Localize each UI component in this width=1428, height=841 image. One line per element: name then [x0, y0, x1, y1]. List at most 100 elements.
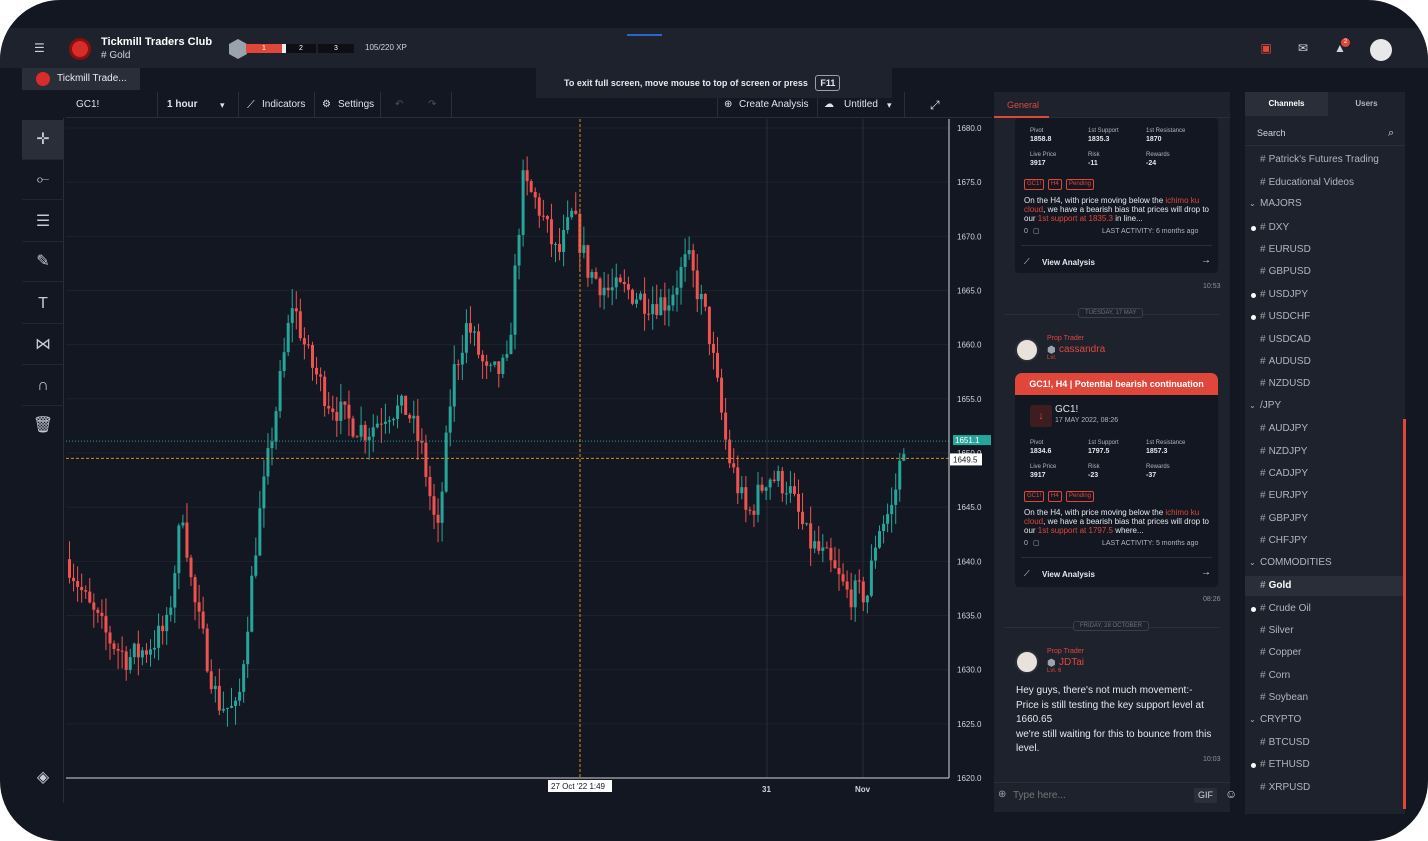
channel-item[interactable]: # USDCAD — [1245, 330, 1403, 350]
channel-item[interactable]: # ETHUSD — [1245, 755, 1403, 775]
chat-bubble-icon[interactable]: ▣ — [1259, 41, 1273, 55]
emoji-icon[interactable]: ☺ — [1225, 787, 1237, 801]
indicators-button[interactable]: Indicators — [262, 92, 305, 118]
chevron-down-icon[interactable]: ⌄ — [1249, 554, 1256, 572]
channel-item-label: Copper — [1268, 647, 1302, 659]
channel-item[interactable]: # Educational Videos — [1245, 173, 1403, 193]
arrow-right-icon[interactable]: → — [1201, 567, 1211, 578]
view-analysis-link[interactable]: View Analysis — [1042, 258, 1095, 267]
menu-icon[interactable]: ☰ — [34, 41, 46, 55]
channel-item[interactable]: # Patrick's Futures Trading — [1245, 150, 1403, 170]
chevron-down-icon[interactable]: ⌄ — [1249, 711, 1256, 729]
tab-users[interactable]: Users — [1328, 92, 1405, 116]
channel-item[interactable]: # Gold — [1245, 576, 1403, 597]
fib-retracement-icon[interactable]: ☰ — [22, 202, 64, 242]
interval-selector[interactable]: 1 hour — [167, 92, 198, 118]
channel-item[interactable]: # EURJPY — [1245, 486, 1403, 506]
trash-icon[interactable]: 🗑 — [22, 406, 64, 446]
chart-canvas[interactable]: 1680.01675.01670.01665.01660.01655.01650… — [66, 119, 992, 803]
mail-icon[interactable]: ✉ — [1296, 41, 1310, 55]
channel-item[interactable]: # USDJPY — [1245, 285, 1403, 305]
message-input[interactable] — [1013, 787, 1193, 803]
search-icon[interactable]: ⌕ — [1388, 120, 1394, 146]
username[interactable]: ⬢ JDTai — [1047, 657, 1084, 669]
channel-item[interactable]: # NZDJPY — [1245, 442, 1403, 462]
comment-icon[interactable]: ▢ — [1033, 227, 1040, 235]
tab-tickmill-traders[interactable]: Tickmill Trade... — [22, 68, 140, 90]
chat-message: Hey guys, there's not much movement:- Pr… — [1016, 685, 1212, 754]
channel-search[interactable]: Search ⌕ — [1245, 120, 1405, 146]
channel-item[interactable]: # NZDUSD — [1245, 374, 1403, 394]
channel-item[interactable]: # Copper — [1245, 643, 1403, 663]
channel-item[interactable]: # CADJPY — [1245, 464, 1403, 484]
comment-icon[interactable]: ▢ — [1033, 539, 1040, 547]
channel-category[interactable]: ⌄ CRYPTO — [1245, 711, 1403, 729]
crosshair-icon[interactable]: ✛ — [22, 120, 64, 160]
price-chart[interactable]: 1680.01675.01670.01665.01660.01655.01650… — [66, 119, 992, 803]
channel-category[interactable]: ⌄ COMMODITIES — [1245, 554, 1403, 572]
fullscreen-icon[interactable]: ⤢ — [930, 92, 940, 118]
date-separator: FRIDAY, 28 OCTOBER — [1073, 621, 1150, 631]
channel-item[interactable]: # BTCUSD — [1245, 733, 1403, 753]
chevron-down-icon[interactable]: ⌄ — [1249, 195, 1256, 213]
arrow-right-icon[interactable]: → — [1201, 255, 1211, 266]
trend-line-icon[interactable]: ⟜ — [22, 160, 64, 200]
layers-icon[interactable]: ◈ — [22, 758, 64, 798]
channel-item[interactable]: # Crude Oil — [1245, 599, 1403, 619]
post-title[interactable]: GC1!, H4 | Potential bearish continuatio… — [1015, 373, 1218, 395]
undo-icon[interactable]: ↶ — [395, 92, 403, 118]
magnet-icon[interactable]: ∩ — [22, 366, 64, 406]
tag-symbol[interactable]: GC1! — [1024, 491, 1045, 502]
tag-symbol[interactable]: GC1! — [1024, 179, 1045, 190]
channel-category[interactable]: ⌄ /JPY — [1245, 397, 1403, 415]
channel-item[interactable]: # GBPUSD — [1245, 262, 1403, 282]
avatar[interactable] — [1015, 650, 1039, 674]
candle-body — [505, 354, 509, 358]
channel-item[interactable]: # Corn — [1245, 666, 1403, 686]
chevron-down-icon[interactable]: ▾ — [220, 92, 225, 118]
price-tick-label: 1665.0 — [957, 287, 982, 296]
channel-item[interactable]: # DXY — [1245, 218, 1403, 238]
channel-category[interactable]: ⌄ MAJORS — [1245, 195, 1403, 213]
candle-body — [533, 191, 537, 198]
symbol-selector[interactable]: GC1! — [76, 92, 99, 118]
redo-icon[interactable]: ↷ — [428, 92, 436, 118]
tag-status[interactable]: Pending — [1066, 491, 1095, 502]
user-avatar[interactable] — [1370, 39, 1392, 61]
gif-button[interactable]: GIF — [1194, 788, 1217, 803]
tab-channels[interactable]: Channels — [1245, 92, 1328, 116]
tag-timeframe[interactable]: H4 — [1048, 179, 1062, 190]
username[interactable]: ⬢ cassandra — [1047, 344, 1105, 356]
candle-body — [545, 216, 549, 220]
tag-timeframe[interactable]: H4 — [1048, 491, 1062, 502]
tab-general[interactable]: General — [1007, 100, 1039, 110]
channel-item[interactable]: # GBPJPY — [1245, 509, 1403, 529]
channel-item[interactable]: # XRPUSD — [1245, 778, 1403, 798]
chevron-down-icon[interactable]: ⌄ — [1249, 397, 1256, 415]
scrollbar[interactable] — [1403, 419, 1406, 809]
channel-item-label: Soybean — [1268, 692, 1309, 704]
candle-body — [833, 560, 837, 569]
plus-icon[interactable]: ⊕ — [998, 789, 1006, 800]
brush-icon[interactable]: ✎ — [22, 242, 64, 282]
channel-item[interactable]: # AUDUSD — [1245, 352, 1403, 372]
candle-body — [651, 304, 655, 315]
hash-icon: # — [1260, 512, 1266, 524]
channel-item[interactable]: # CHFJPY — [1245, 531, 1403, 551]
indicators-icon[interactable]: ⟋ — [247, 92, 255, 118]
channel-item[interactable]: # USDCHF — [1245, 307, 1403, 327]
view-analysis-link[interactable]: View Analysis — [1042, 570, 1095, 579]
avatar[interactable] — [1015, 338, 1039, 362]
channel-item[interactable]: # EURUSD — [1245, 240, 1403, 260]
pattern-icon[interactable]: ⋈ — [22, 325, 64, 365]
gear-icon[interactable]: ⚙ — [322, 92, 331, 118]
settings-button[interactable]: Settings — [338, 92, 374, 118]
tag-status[interactable]: Pending — [1066, 179, 1095, 190]
channel-item-label: BTCUSD — [1268, 737, 1310, 748]
price-tick-label: 1620.0 — [957, 774, 982, 783]
channel-item[interactable]: # AUDJPY — [1245, 419, 1403, 439]
channel-item[interactable]: # Silver — [1245, 621, 1403, 641]
channel-item[interactable]: # Soybean — [1245, 688, 1403, 708]
text-tool-icon[interactable]: T — [22, 284, 64, 324]
candle-body — [266, 448, 270, 477]
